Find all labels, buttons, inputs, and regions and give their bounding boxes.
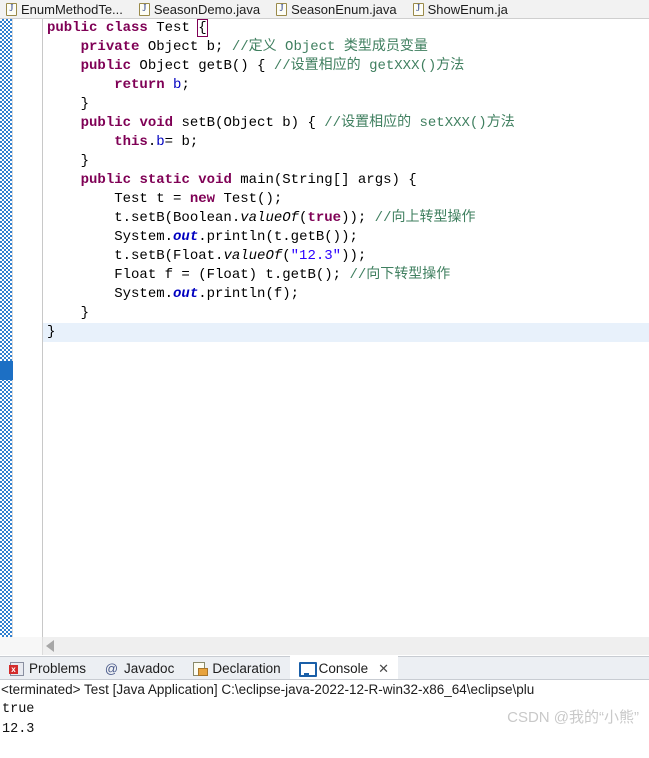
code-line[interactable]: 9 public static void main(String[] args)… [43,171,649,190]
java-file-icon [138,2,150,16]
code-text: } [47,96,90,112]
code-text: public void setB(Object b) { //设置相应的 set… [80,115,515,131]
code-line[interactable]: 7 this.b= b; [43,133,649,152]
view-tab-label: Javadoc [124,660,175,676]
code-text: public Object getB() { //设置相应的 getXXX()方… [80,58,465,74]
code-line[interactable]: 15 System.out.println(f); [43,285,649,304]
view-tab-label: Console [318,660,369,676]
view-tab-console[interactable]: Console ✕ [289,656,399,680]
editor-tab[interactable]: ShowEnum.ja [406,0,518,18]
code-line[interactable]: 4 return b; [43,76,649,95]
code-text: this.b= b; [114,134,199,150]
code-line[interactable]: 3 public Object getB() { //设置相应的 getXXX(… [43,57,649,76]
editor-tab-label: ShowEnum.ja [427,1,508,17]
view-tab-label: Problems [29,660,87,676]
bottom-view-tab-bar: Problems Javadoc Declaration Console ✕ [0,656,649,680]
code-line[interactable]: 10 Test t = new Test(); [43,190,649,209]
code-text: Test t = new Test(); [47,191,283,207]
scrollbar-track[interactable] [43,637,649,655]
problems-icon [9,661,24,676]
console-panel[interactable]: <terminated> Test [Java Application] C:\… [0,680,649,758]
view-tab-label: Declaration [212,660,281,676]
code-line[interactable]: 11 t.setB(Boolean.valueOf(true)); //向上转型… [43,209,649,228]
editor-tab-label: SeasonDemo.java [153,1,261,17]
close-icon[interactable]: ✕ [378,662,389,675]
view-tab-problems[interactable]: Problems [0,656,95,680]
code-line[interactable]: 12 System.out.println(t.getB()); [43,228,649,247]
code-line[interactable]: 2 private Object b; //定义 Object 类型成员变量 [43,38,649,57]
eclipse-window: EnumMethodTe... SeasonDemo.java SeasonEnum… [0,0,649,758]
code-text: } [47,324,56,340]
editor-tab[interactable]: SeasonEnum.java [270,0,407,18]
code-lines-container[interactable]: 1public class Test {2 private Object b; … [43,19,649,637]
code-text: t.setB(Float.valueOf("12.3")); [47,248,367,264]
code-text: t.setB(Boolean.valueOf(true)); //向上转型操作 [47,210,476,226]
code-line[interactable]: 17} [43,323,649,342]
code-text: private Object b; //定义 Object 类型成员变量 [80,39,428,55]
java-file-icon [276,2,288,16]
console-icon [298,661,317,677]
code-text: public static void main(String[] args) { [80,172,417,188]
code-text: System.out.println(t.getB()); [47,229,358,245]
code-line[interactable]: 13 t.setB(Float.valueOf("12.3")); [43,247,649,266]
editor-tab-label: EnumMethodTe... [21,1,123,17]
editor-horizontal-scrollbar[interactable] [0,637,649,655]
view-tab-javadoc[interactable]: Javadoc [95,656,183,680]
editor-tab[interactable]: SeasonDemo.java [132,0,271,18]
code-editor[interactable]: 1public class Test {2 private Object b; … [0,19,649,637]
csdn-watermark: CSDN @我的“小熊” [507,709,639,726]
code-line[interactable]: 16 } [43,304,649,323]
code-text: Float f = (Float) t.getB(); //向下转型操作 [47,267,451,283]
declaration-icon [192,661,209,676]
annotation-current-marker [0,361,13,380]
code-text: public class Test { [47,19,208,37]
code-line[interactable]: 18 [43,342,649,361]
code-line[interactable]: 8 } [43,152,649,171]
javadoc-icon [104,661,119,676]
scroll-left-arrow-icon[interactable] [46,640,54,652]
annotation-ruler[interactable] [0,19,13,637]
code-line[interactable]: 6 public void setB(Object b) { //设置相应的 s… [43,114,649,133]
code-text: } [47,305,90,321]
console-terminated-line: <terminated> Test [Java Application] C:\… [1,682,535,697]
code-line[interactable]: 5 } [43,95,649,114]
editor-tab[interactable]: EnumMethodTe... [0,0,133,18]
code-line[interactable]: 14 Float f = (Float) t.getB(); //向下转型操作 [43,266,649,285]
scrollbar-left-pad [0,637,43,655]
java-file-icon [412,2,424,16]
code-text: } [47,153,90,169]
editor-tab-label: SeasonEnum.java [291,1,397,17]
code-line[interactable]: 1public class Test { [43,19,649,38]
editor-tab-bar: EnumMethodTe... SeasonDemo.java SeasonEnum… [0,0,649,19]
code-text: return b; [114,77,190,93]
view-tab-declaration[interactable]: Declaration [183,656,289,680]
code-text: System.out.println(f); [47,286,300,302]
java-file-icon [6,2,17,16]
